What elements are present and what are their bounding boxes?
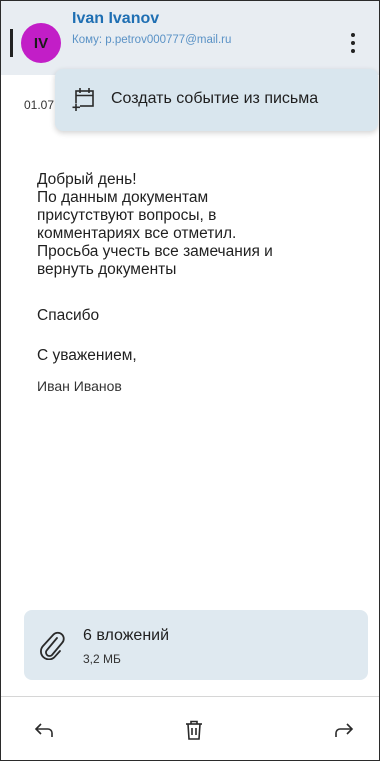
message-body-text: Добрый день! По данным документам присут… (37, 171, 273, 278)
create-event-menu-item[interactable]: Создать событие из письма (111, 90, 318, 108)
attachments-size: 3,2 МБ (83, 652, 121, 666)
sender-name[interactable]: Ivan Ivanov (72, 10, 159, 28)
reply-icon (34, 723, 53, 737)
email-view-screen: IV Ivan Ivanov Кому: p.petrov000777@mail… (0, 0, 380, 761)
message-regards: С уважением, (37, 347, 137, 364)
reply-button[interactable] (29, 715, 59, 745)
forward-icon (335, 723, 354, 737)
more-vertical-icon[interactable] (350, 33, 356, 53)
email-header: IV Ivan Ivanov Кому: p.petrov000777@mail… (1, 1, 379, 75)
calendar-add-icon (72, 88, 94, 111)
delete-button[interactable] (179, 715, 209, 745)
back-indicator[interactable] (10, 29, 13, 57)
forward-button[interactable] (329, 715, 359, 745)
message-signature: Иван Иванов (37, 378, 122, 394)
attachments-card[interactable]: 6 вложений 3,2 МБ (24, 610, 368, 680)
bottom-divider (1, 696, 379, 697)
recipient-line: Кому: p.petrov000777@mail.ru (72, 34, 232, 46)
attachments-count: 6 вложений (83, 627, 170, 644)
message-thanks: Спасибо (37, 307, 100, 324)
sender-avatar[interactable]: IV (21, 23, 61, 63)
popup-menu: Создать событие из письма (55, 69, 378, 131)
paperclip-icon (40, 631, 65, 660)
message-body: Добрый день! По данным документам присут… (37, 171, 357, 279)
message-date: 01.07 (24, 98, 55, 112)
trash-icon (186, 720, 202, 740)
